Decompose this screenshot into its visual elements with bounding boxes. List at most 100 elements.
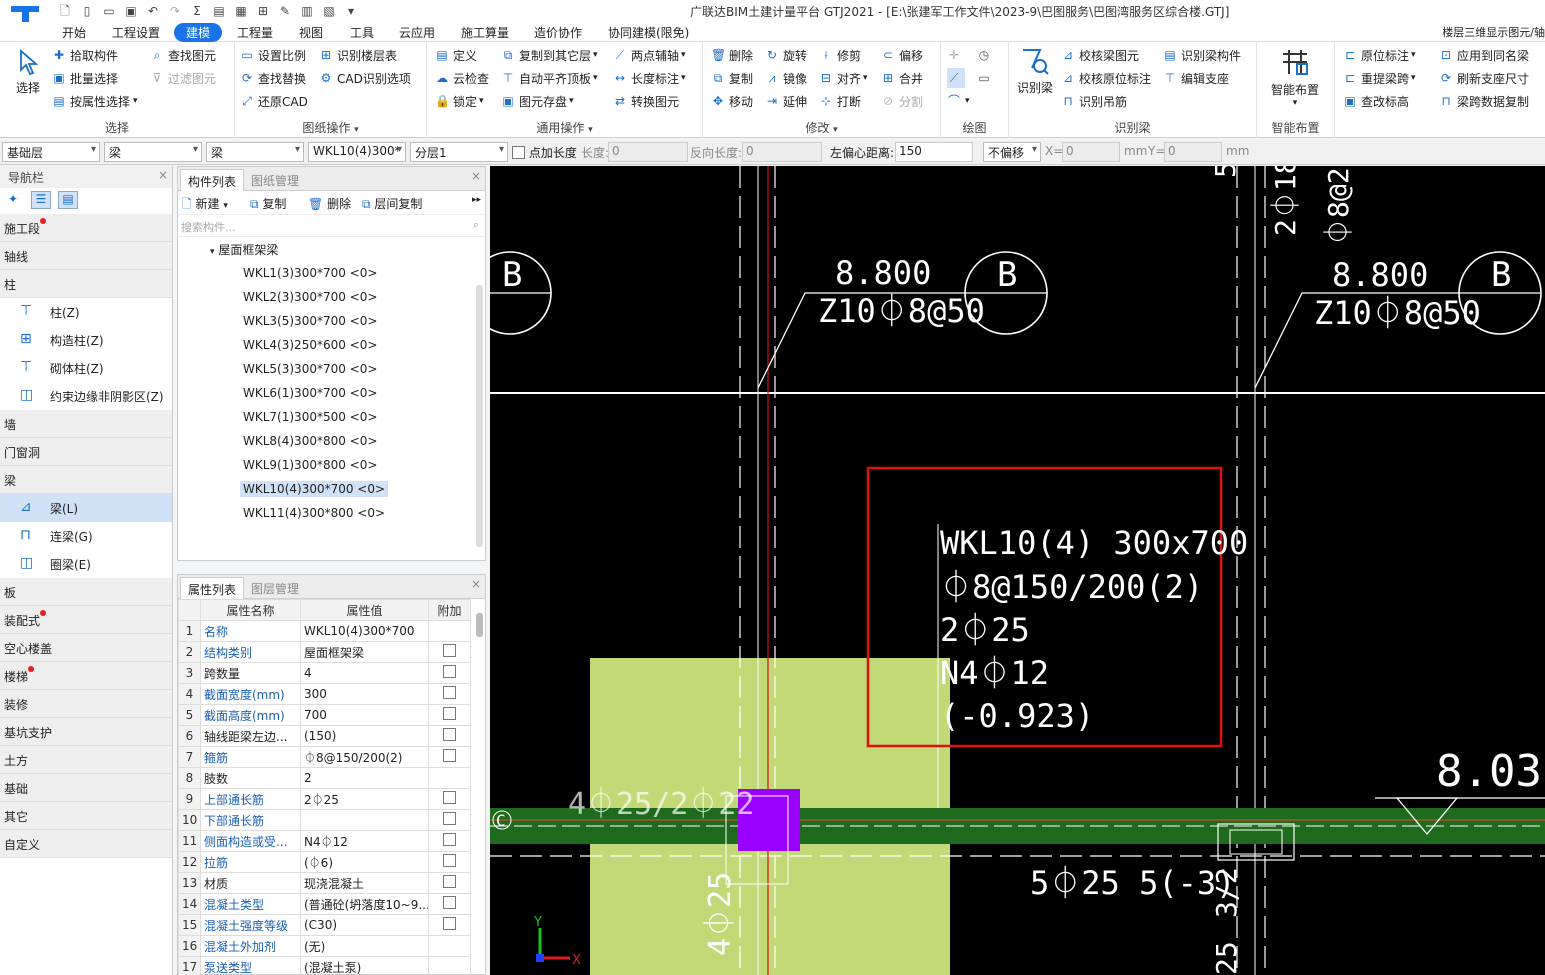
offset-button[interactable]: ⊂ 偏移 (881, 45, 923, 65)
line-draw-button[interactable]: ⟋ (947, 68, 965, 88)
menu-quantity[interactable]: 工程量 (225, 23, 285, 42)
close-icon[interactable]: × (158, 168, 168, 182)
respan-button[interactable]: ⊏ 重提梁跨 ▾ (1343, 68, 1416, 88)
property-row[interactable]: 8 肢数 2 (178, 767, 471, 789)
tab-property-list[interactable]: 属性列表 (180, 577, 245, 599)
tree-item[interactable]: WKL7(1)300*500 <0> (240, 409, 380, 425)
batch-select-button[interactable]: ▣ 批量选择 (52, 68, 118, 88)
tree-group-roof-frame-beam[interactable]: ▾ 屋面框架梁 (210, 241, 278, 258)
new-icon[interactable]: 🗋 (54, 2, 76, 20)
recognize-floor-table-button[interactable]: ⊞ 识别楼层表 (319, 45, 397, 65)
list-view-icon[interactable]: ☰ (31, 191, 51, 209)
tree-item[interactable]: WKL1(3)300*700 <0> (240, 265, 380, 281)
save-icon[interactable]: ▣ (120, 2, 142, 20)
menu-collab-modeling[interactable]: 协同建模(限免) (596, 23, 701, 42)
right-menu-text[interactable]: 楼层三维显示图元/轴 (1442, 24, 1545, 40)
property-value[interactable]: (无) (300, 935, 429, 957)
tab-drawing-management[interactable]: 图纸管理 (244, 169, 306, 191)
element-save-button[interactable]: ▣ 图元存盘 ▾ (501, 91, 573, 111)
lock-button[interactable]: 🔒 锁定 ▾ (435, 91, 484, 111)
extra-checkbox[interactable] (443, 854, 456, 867)
nav-item-constructional-column[interactable]: ⊞ 构造柱(Z) (0, 326, 172, 354)
edit-icon[interactable]: ✎ (274, 2, 296, 20)
auto-flush-button[interactable]: ⊤ 自动平齐顶板 ▾ (501, 68, 598, 88)
check-in-situ-button[interactable]: ⊿ 校核原位标注 (1061, 68, 1151, 88)
point-draw-button[interactable]: ✛ (947, 45, 965, 65)
property-row[interactable]: 14 混凝土类型 (普通砼(坍落度10~9... (178, 893, 471, 915)
menu-tools[interactable]: 工具 (338, 23, 386, 42)
extra-checkbox[interactable] (443, 812, 456, 825)
in-situ-annotation-button[interactable]: ⊏ 原位标注 ▾ (1343, 45, 1416, 65)
property-value[interactable]: N4⏀12 (300, 830, 429, 852)
property-value[interactable]: WKL10(4)300*700 (300, 620, 429, 642)
tree-item[interactable]: WKL9(1)300*800 <0> (240, 457, 380, 473)
nav-cat-decoration[interactable]: 装修 (0, 690, 172, 718)
extra-checkbox[interactable] (443, 749, 456, 762)
nav-item-masonry-column[interactable]: ⊤ 砌体柱(Z) (0, 354, 172, 382)
floor-select[interactable]: 基础层 (2, 142, 100, 162)
property-row[interactable]: 12 拉筋 (⏀6) (178, 851, 471, 873)
tab-component-list[interactable]: 构件列表 (180, 169, 245, 191)
recognize-beam-button[interactable]: 识别梁 (1013, 46, 1057, 96)
new-file-icon[interactable]: ▯ (76, 2, 98, 20)
property-value[interactable]: 屋面框架梁 (300, 641, 429, 663)
nav-cat-beam[interactable]: 梁 (0, 466, 172, 494)
extra-checkbox[interactable] (443, 728, 456, 741)
edit-elevation-button[interactable]: ▣ 查改标高 (1343, 91, 1409, 111)
detail-view-icon[interactable]: ▤ (58, 191, 78, 209)
sum-icon[interactable]: Σ (186, 2, 208, 20)
property-value[interactable]: (C30) (300, 914, 429, 936)
nav-item-ring-beam[interactable]: ◫ 圈梁(E) (0, 550, 172, 578)
reverse-length-input[interactable]: 0 (742, 142, 822, 162)
recognize-beam-component-button[interactable]: ▤ 识别梁构件 (1163, 45, 1241, 65)
copy-button[interactable]: ⧉ 复制 (711, 68, 753, 88)
property-value[interactable]: 4 (300, 662, 429, 684)
open-icon[interactable]: ▭ (98, 2, 120, 20)
align-button[interactable]: ⊟ 对齐 ▾ (819, 68, 868, 88)
nav-cat-construction-section[interactable]: 施工段 (0, 214, 172, 242)
copy-to-floor-button[interactable]: ⧉ 复制到其它层 ▾ (501, 45, 598, 65)
nav-cat-hollow-floor[interactable]: 空心楼盖 (0, 634, 172, 662)
span-data-copy-button[interactable]: ⊓ 梁跨数据复制 (1439, 91, 1529, 111)
menu-cloud[interactable]: 云应用 (387, 23, 447, 42)
menu-project-settings[interactable]: 工程设置 (100, 23, 172, 42)
extra-checkbox[interactable] (443, 707, 456, 720)
split-button[interactable]: ⊘ 分割 (881, 91, 923, 111)
circle-draw-button[interactable]: ◷ (977, 45, 995, 65)
nav-item-link-beam[interactable]: ⊓ 连梁(G) (0, 522, 172, 550)
find-replace-button[interactable]: ⟳ 查找替换 (240, 68, 306, 88)
tree-item[interactable]: WKL6(1)300*700 <0> (240, 385, 380, 401)
move-button[interactable]: ✥ 移动 (711, 91, 753, 111)
cloud-check-button[interactable]: ☁ 云检查 (435, 68, 489, 88)
offset-input[interactable]: 150 (895, 142, 973, 162)
pick-component-button[interactable]: ✚ 拾取构件 (52, 45, 118, 65)
two-point-axis-button[interactable]: ⟋ 两点辅轴 ▾ (613, 45, 686, 65)
extra-checkbox[interactable] (443, 665, 456, 678)
extra-checkbox[interactable] (443, 791, 456, 804)
arc-draw-button[interactable]: ⌒ ▾ (947, 91, 970, 111)
new-component-button[interactable]: 🗋 新建 ▾ (182, 195, 228, 216)
cad-drawing-canvas[interactable]: B B B 8.800 Z10⏀8@50 8.800 Z10⏀8@50 WKL1… (490, 166, 1545, 975)
delete-component-button[interactable]: 🗑 删除 (308, 195, 351, 212)
property-row[interactable]: 16 混凝土外加剂 (无) (178, 935, 471, 957)
customize-icon[interactable]: ▾ (340, 2, 362, 20)
property-row[interactable]: 15 混凝土强度等级 (C30) (178, 914, 471, 936)
property-row[interactable]: 10 下部通长筋 (178, 809, 471, 831)
delete-button[interactable]: 🗑 删除 (711, 45, 753, 65)
extra-checkbox[interactable] (443, 833, 456, 846)
menu-cost-collab[interactable]: 造价协作 (522, 23, 594, 42)
cad-options-button[interactable]: ⚙ CAD识别选项 (319, 68, 411, 88)
extra-checkbox[interactable] (443, 896, 456, 909)
select-button[interactable]: 选择 (8, 48, 48, 96)
tree-item[interactable]: WKL3(5)300*700 <0> (240, 313, 380, 329)
pin-icon[interactable]: ✦ (8, 192, 18, 206)
convert-element-button[interactable]: ⇄ 转换图元 (613, 91, 679, 111)
extra-checkbox[interactable] (443, 644, 456, 657)
nav-item-column[interactable]: ⊤ 柱(Z) (0, 298, 172, 326)
property-value[interactable]: 700 (300, 704, 429, 726)
nav-item-beam[interactable]: ⊿ 梁(L) (0, 494, 172, 522)
property-row[interactable]: 9 上部通长筋 2⏀25 (178, 788, 471, 810)
group-label-common[interactable]: 通用操作 ▾ (427, 119, 702, 136)
length-input[interactable]: 0 (608, 142, 688, 162)
restore-cad-button[interactable]: ⤢ 还原CAD (240, 91, 308, 111)
